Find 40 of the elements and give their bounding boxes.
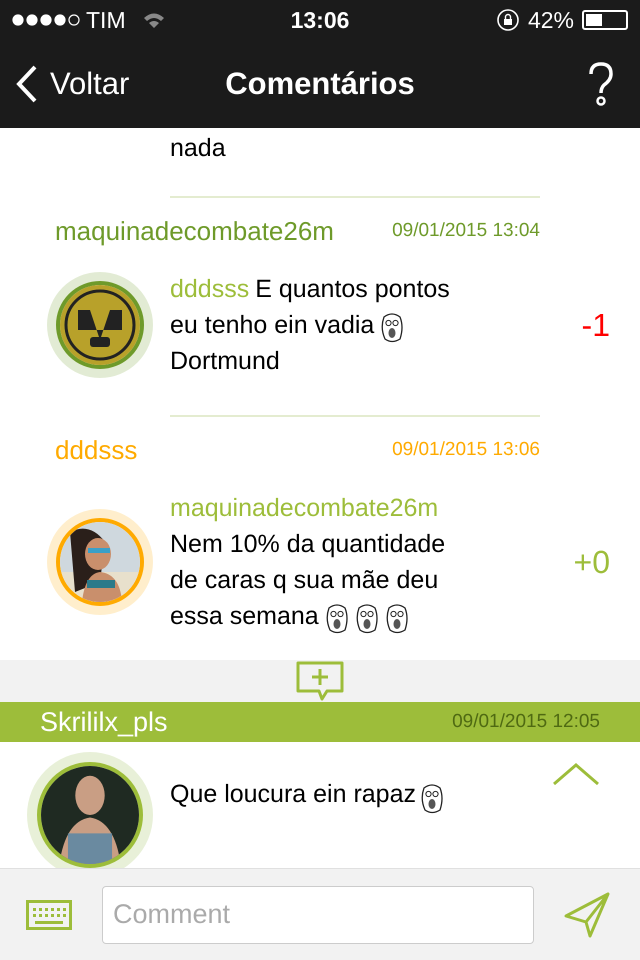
comment-text: eu tenho ein vadia xyxy=(170,310,374,340)
vote-score: +0 xyxy=(574,542,610,582)
mention-link[interactable]: maquinadecombate26m xyxy=(170,490,438,526)
comment-text: de caras q sua mãe deu xyxy=(170,564,438,596)
comment-text: Que loucura ein rapaz xyxy=(170,779,416,810)
comment-author[interactable]: Skrililx_pls xyxy=(40,702,168,742)
help-icon[interactable] xyxy=(588,62,614,106)
comment-text: essa semana xyxy=(170,600,319,632)
club-badge-icon xyxy=(60,284,140,364)
battery-percent: 42% xyxy=(528,6,574,35)
add-comment-icon[interactable] xyxy=(295,660,345,702)
comment-text: nada xyxy=(170,134,226,162)
comment-text: E quantos pontos xyxy=(255,274,450,304)
comment-text: Nem 10% da quantidade xyxy=(170,528,446,560)
reply-date: 09/01/2015 13:04 xyxy=(392,218,540,243)
carrier-name: TIM xyxy=(86,6,126,35)
comment-field[interactable]: Comment xyxy=(102,886,534,944)
meme-face-icon xyxy=(380,312,404,342)
rotation-lock-icon xyxy=(496,8,520,32)
mention-link[interactable]: dddsss xyxy=(170,270,250,306)
send-icon[interactable] xyxy=(564,892,610,938)
meme-face-icon xyxy=(354,604,379,634)
meme-face-icon xyxy=(384,604,409,634)
reply-author[interactable]: maquinadecombate26m xyxy=(55,212,334,250)
comment-date: 09/01/2015 12:05 xyxy=(452,710,600,734)
chevron-left-icon xyxy=(16,65,38,103)
wifi-icon xyxy=(142,11,166,29)
meme-face-icon xyxy=(324,604,349,634)
battery-icon xyxy=(582,10,628,30)
meme-face-icon xyxy=(420,784,444,814)
clock: 13:06 xyxy=(290,6,350,35)
back-button[interactable]: Voltar xyxy=(16,60,206,108)
signal-icon xyxy=(12,14,80,26)
reply-author[interactable]: dddsss xyxy=(55,430,138,470)
upvote-icon[interactable] xyxy=(552,762,600,786)
keyboard-icon[interactable] xyxy=(26,900,72,930)
vote-score: -1 xyxy=(582,306,610,344)
comment-text: Dortmund xyxy=(170,346,280,376)
screen-title: Comentários xyxy=(224,64,416,103)
reply-date: 09/01/2015 13:06 xyxy=(392,438,540,462)
